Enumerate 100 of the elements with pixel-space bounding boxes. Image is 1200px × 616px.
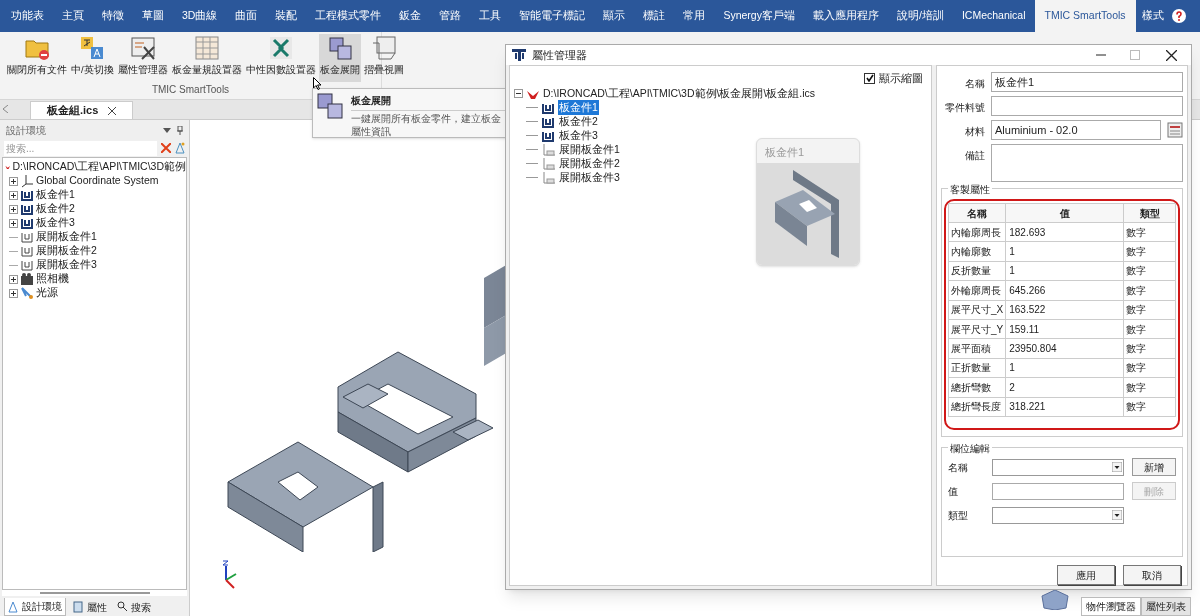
tree-item[interactable]: 板金件2 (558, 113, 599, 130)
expand-icon (9, 176, 18, 186)
menu-tab[interactable]: 顯示 (594, 0, 635, 32)
flat-pattern-icon (541, 142, 555, 157)
search-icon (117, 601, 128, 613)
pin-icon[interactable] (177, 125, 183, 135)
ribbon-button[interactable]: 摺疊視圖 (362, 34, 405, 82)
search-field[interactable]: 搜索... (4, 140, 157, 156)
menu-tab[interactable]: ICMechanical (952, 0, 1035, 32)
tree-item[interactable]: 照相機 (36, 271, 69, 287)
expand-icon (9, 204, 18, 214)
menu-tab[interactable]: 工程模式零件 (306, 0, 391, 32)
document-tab[interactable]: 板金組.ics (30, 101, 134, 119)
menu-tab[interactable]: Synergy客戶端 (714, 0, 804, 32)
property-icon (73, 601, 84, 613)
menu-tab[interactable]: 裝配 (266, 0, 307, 32)
table-cell: 1 (1005, 261, 1124, 281)
table-cell: 數字 (1123, 280, 1176, 301)
dropdown[interactable] (992, 458, 1124, 476)
tree-item[interactable]: D:\IRONCAD\工程\API\TMIC\3D範例 (12, 159, 186, 175)
design-icon (8, 600, 19, 613)
maximize-icon[interactable] (1130, 50, 1140, 60)
tree-item[interactable]: 板金件3 (36, 215, 75, 231)
expand-icon (9, 274, 18, 284)
menu-tab[interactable]: 樣式 (1135, 0, 1170, 32)
panel-tab[interactable]: 屬性 (70, 598, 110, 616)
input-field[interactable]: Aluminium - 02.0 (991, 120, 1161, 140)
ribbon-button[interactable]: 板金展開 (318, 34, 361, 82)
menu-tab[interactable]: TMIC SmartTools (1034, 0, 1136, 32)
ribbon-button[interactable]: 屬性管理器 (116, 34, 169, 82)
filter-icon[interactable] (175, 142, 185, 154)
menu-tab[interactable]: 草圖 (133, 0, 173, 32)
table-cell: 318.221 (1005, 397, 1124, 417)
menu-tab[interactable]: 管路 (430, 0, 471, 32)
checkbox[interactable] (864, 72, 875, 84)
table-cell: 182.693 (1005, 222, 1124, 242)
tree-item[interactable]: 板金件2 (36, 201, 75, 217)
tree-item[interactable]: 展開板金件3 (558, 169, 621, 186)
check-icon (865, 74, 874, 83)
menu-tab[interactable]: 說明/培訓 (887, 0, 953, 32)
menu-tab[interactable]: 曲面 (226, 0, 267, 32)
calendar-icon (1167, 122, 1183, 138)
table-cell: 159.11 (1005, 319, 1124, 339)
input-field[interactable] (991, 96, 1183, 116)
button[interactable]: 新增 (1132, 458, 1176, 476)
menu-tab[interactable]: 工具 (470, 0, 511, 32)
tree-item[interactable]: Global Coordinate System (36, 173, 159, 189)
button[interactable]: 取消 (1123, 565, 1181, 585)
tree-item[interactable]: 板金件1 (36, 187, 75, 203)
close-icon[interactable] (1166, 49, 1177, 61)
tree-item[interactable]: 展開板金件1 (36, 229, 97, 245)
ribbon-button[interactable]: 板金量規設置器 (170, 34, 243, 82)
tree-item[interactable]: 板金件1 (558, 99, 599, 116)
tree-item[interactable]: 展開板金件1 (558, 141, 621, 158)
clear-icon[interactable] (161, 143, 171, 153)
field-label: 值 (948, 484, 959, 499)
close-icon[interactable] (108, 106, 117, 115)
tree-item[interactable]: 展開板金件2 (558, 155, 621, 172)
tree-item[interactable]: 光源 (36, 285, 58, 301)
input-field[interactable]: 板金件1 (991, 72, 1183, 92)
menu-tab[interactable]: 特徵 (93, 0, 133, 32)
table-cell: 總折彎數 (948, 377, 1006, 397)
table-cell: 數字 (1123, 300, 1176, 320)
menu-tab[interactable]: 3D曲線 (173, 0, 227, 32)
button[interactable]: 應用 (1057, 565, 1115, 585)
field-label: 備註 (964, 149, 985, 163)
dropdown-icon[interactable] (163, 127, 171, 133)
menu-tab[interactable]: 智能電子標記 (510, 0, 595, 32)
table-cell: 數字 (1123, 241, 1176, 262)
input-field[interactable] (991, 144, 1183, 182)
scroll-left-icon[interactable] (3, 105, 8, 113)
dropdown[interactable] (992, 506, 1124, 524)
menu-tab[interactable]: 載入應用程序 (803, 0, 888, 32)
tree-item[interactable]: D:\IRONCAD\工程\API\TMIC\3D範例\板金展開\板金組.ics (543, 85, 816, 102)
panel-tab[interactable]: 搜索 (114, 598, 154, 616)
ribbon-button[interactable]: 中/英切換 (70, 34, 115, 82)
table-cell: 內輪廓周長 (948, 222, 1006, 242)
panel-tab[interactable]: 屬性列表 (1141, 597, 1191, 616)
tree-item[interactable]: 展開板金件2 (36, 243, 97, 259)
menu-tab[interactable]: 功能表 (2, 0, 53, 32)
panel-tab[interactable]: 物件瀏覽器 (1081, 597, 1141, 616)
table-cell: 1 (1005, 358, 1124, 378)
flat-pattern-icon (541, 170, 555, 185)
menu-tab[interactable]: 主頁 (53, 0, 93, 32)
x-logo-icon (267, 35, 294, 61)
ribbon-button[interactable]: 中性因數設置器 (244, 34, 317, 82)
panel-tab[interactable]: 設計環境 (4, 598, 66, 616)
camera-icon (20, 272, 34, 286)
menu-tab[interactable]: 鈑金 (390, 0, 431, 32)
menu-tab[interactable]: 常用 (674, 0, 715, 32)
ribbon-button[interactable]: 關閉所有文件 (6, 34, 68, 82)
input-field[interactable] (992, 482, 1124, 500)
sheet-part-icon (20, 202, 34, 216)
menu-tab[interactable]: 標註 (634, 0, 675, 32)
table-cell: 數字 (1123, 397, 1176, 417)
dropdown-icon (1112, 462, 1122, 472)
expand-icon (9, 288, 18, 298)
tree-item[interactable]: 板金件3 (558, 127, 599, 144)
tree-item[interactable]: 展開板金件3 (36, 257, 97, 273)
table-cell: 外輪廓周長 (948, 280, 1006, 301)
